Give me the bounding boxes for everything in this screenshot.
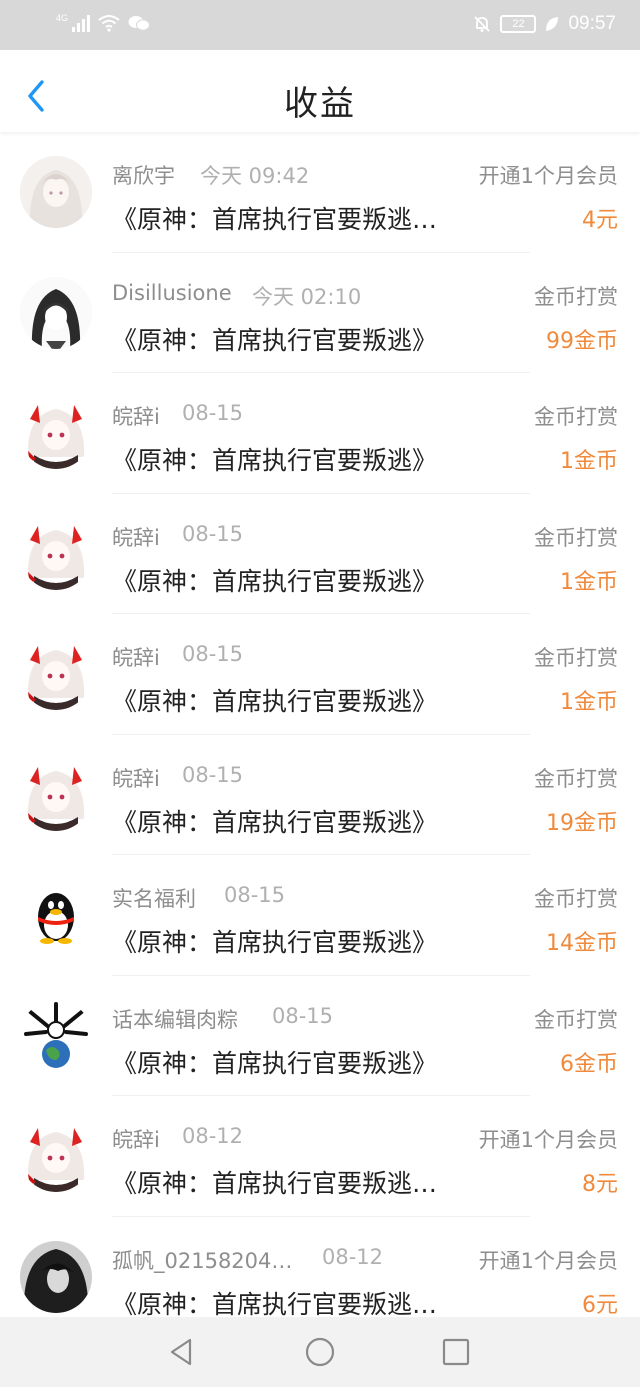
user-name: 离欣宇 bbox=[112, 164, 175, 188]
anime-white-hair-avatar bbox=[20, 156, 92, 228]
record-date: 08-15 bbox=[224, 883, 286, 907]
user-name: 皖辞i bbox=[112, 766, 160, 791]
anime-red-horn-avatar bbox=[20, 517, 92, 590]
back-triangle-icon[interactable] bbox=[166, 1336, 198, 1368]
book-title: 《原神：首席执行官要叛逃》 bbox=[112, 1048, 438, 1078]
earning-type: 金币打赏 bbox=[534, 405, 618, 429]
book-title: 《原神：首席执行官要叛逃… bbox=[112, 205, 438, 234]
earning-amount: 1金币 bbox=[560, 449, 618, 474]
user-name: 孤帆_02158204… bbox=[112, 1248, 293, 1273]
earning-amount: 8元 bbox=[582, 1172, 618, 1197]
earning-amount: 6金币 bbox=[560, 1051, 618, 1077]
network-type-label: 4G bbox=[56, 13, 69, 23]
record-date: 今天 02:10 bbox=[252, 284, 362, 309]
record-date: 08-15 bbox=[182, 762, 244, 787]
book-title: 《原神：首席执行官要叛逃》 bbox=[112, 325, 438, 355]
earning-amount: 99金币 bbox=[546, 328, 618, 354]
earning-record[interactable]: 皖辞i 08-15 金币打赏 《原神：首席执行官要叛逃》 19金币 bbox=[0, 735, 640, 855]
battery-icon: 22 bbox=[500, 15, 537, 33]
earnings-list: 离欣宇 今天 09:42 开通1个月会员 《原神：首席执行官要叛逃… 4元 Di… bbox=[0, 132, 640, 1337]
status-bar: 4G 22 09:57 bbox=[0, 0, 640, 50]
home-circle-icon[interactable] bbox=[304, 1336, 336, 1368]
page-header: 收益 bbox=[0, 50, 640, 132]
record-date: 08-15 bbox=[182, 521, 244, 546]
leaf-icon bbox=[546, 17, 559, 31]
earning-type: 金币打赏 bbox=[534, 525, 618, 550]
book-title: 《原神：首席执行官要叛逃… bbox=[112, 1169, 438, 1198]
anime-red-horn-avatar bbox=[20, 397, 92, 469]
wechat-icon bbox=[128, 16, 151, 31]
earning-record[interactable]: 离欣宇 今天 09:42 开通1个月会员 《原神：首席执行官要叛逃… 4元 bbox=[0, 132, 640, 253]
user-name: Disillusione bbox=[112, 280, 232, 305]
book-title: 《原神：首席执行官要叛逃》 bbox=[112, 687, 438, 716]
book-title: 《原神：首席执行官要叛逃… bbox=[112, 1289, 438, 1319]
dark-hair-avatar bbox=[20, 1240, 92, 1313]
earning-record[interactable]: 实名福利 08-15 金币打赏 《原神：首席执行官要叛逃》 14金币 bbox=[0, 855, 640, 976]
user-name: 话本编辑肉粽 bbox=[112, 1007, 238, 1032]
anime-red-horn-avatar bbox=[20, 758, 92, 831]
book-title: 《原神：首席执行官要叛逃》 bbox=[112, 566, 438, 596]
earning-amount: 14金币 bbox=[546, 931, 618, 956]
anime-sketch-avatar bbox=[20, 276, 92, 349]
earning-record[interactable]: Disillusione 今天 02:10 金币打赏 《原神：首席执行官要叛逃》… bbox=[0, 253, 640, 373]
earth-bones-avatar bbox=[20, 999, 92, 1072]
record-date: 08-12 bbox=[182, 1124, 244, 1148]
record-date: 08-15 bbox=[272, 1003, 334, 1028]
earning-amount: 19金币 bbox=[546, 810, 618, 836]
earning-record[interactable]: 皖辞i 08-12 开通1个月会员 《原神：首席执行官要叛逃… 8元 bbox=[0, 1096, 640, 1217]
signal-icon bbox=[72, 14, 91, 32]
earning-record[interactable]: 皖辞i 08-15 金币打赏 《原神：首席执行官要叛逃》 1金币 bbox=[0, 373, 640, 494]
earning-type: 金币打赏 bbox=[534, 887, 618, 911]
anime-red-horn-avatar bbox=[20, 638, 92, 710]
record-date: 今天 09:42 bbox=[200, 164, 310, 188]
record-date: 08-15 bbox=[182, 642, 244, 666]
wifi-icon bbox=[98, 15, 120, 32]
earning-amount: 6元 bbox=[582, 1292, 618, 1318]
earning-record[interactable]: 皖辞i 08-15 金币打赏 《原神：首席执行官要叛逃》 1金币 bbox=[0, 494, 640, 614]
book-title: 《原神：首席执行官要叛逃》 bbox=[112, 446, 438, 475]
earning-record[interactable]: 皖辞i 08-15 金币打赏 《原神：首席执行官要叛逃》 1金币 bbox=[0, 614, 640, 735]
status-time: 09:57 bbox=[568, 13, 616, 34]
earning-type: 开通1个月会员 bbox=[478, 164, 618, 188]
earning-amount: 1金币 bbox=[560, 690, 618, 715]
earning-record[interactable]: 话本编辑肉粽 08-15 金币打赏 《原神：首席执行官要叛逃》 6金币 bbox=[0, 976, 640, 1096]
user-name: 皖辞i bbox=[112, 405, 160, 429]
earning-type: 金币打赏 bbox=[534, 284, 618, 309]
earning-type: 开通1个月会员 bbox=[478, 1128, 618, 1152]
earning-type: 金币打赏 bbox=[534, 1007, 618, 1032]
book-title: 《原神：首席执行官要叛逃》 bbox=[112, 807, 438, 837]
status-right-icons: 22 09:57 bbox=[472, 13, 616, 35]
earning-amount: 4元 bbox=[582, 208, 618, 233]
status-left-icons: 4G bbox=[56, 13, 151, 32]
book-title: 《原神：首席执行官要叛逃》 bbox=[112, 928, 438, 957]
system-nav-bar bbox=[0, 1317, 640, 1387]
qq-penguin-avatar bbox=[20, 879, 92, 951]
record-date: 08-12 bbox=[322, 1244, 384, 1269]
user-name: 皖辞i bbox=[112, 525, 160, 550]
earning-type: 开通1个月会员 bbox=[478, 1248, 618, 1273]
user-name: 实名福利 bbox=[112, 887, 196, 911]
earning-type: 金币打赏 bbox=[534, 766, 618, 791]
user-name: 皖辞i bbox=[112, 1128, 160, 1152]
user-name: 皖辞i bbox=[112, 646, 160, 670]
record-date: 08-15 bbox=[182, 401, 244, 425]
page-title: 收益 bbox=[284, 84, 356, 124]
earning-type: 金币打赏 bbox=[534, 646, 618, 670]
mute-icon bbox=[474, 16, 491, 32]
anime-red-horn-avatar bbox=[20, 1120, 92, 1192]
earning-amount: 1金币 bbox=[560, 569, 618, 595]
recents-square-icon[interactable] bbox=[440, 1336, 472, 1368]
